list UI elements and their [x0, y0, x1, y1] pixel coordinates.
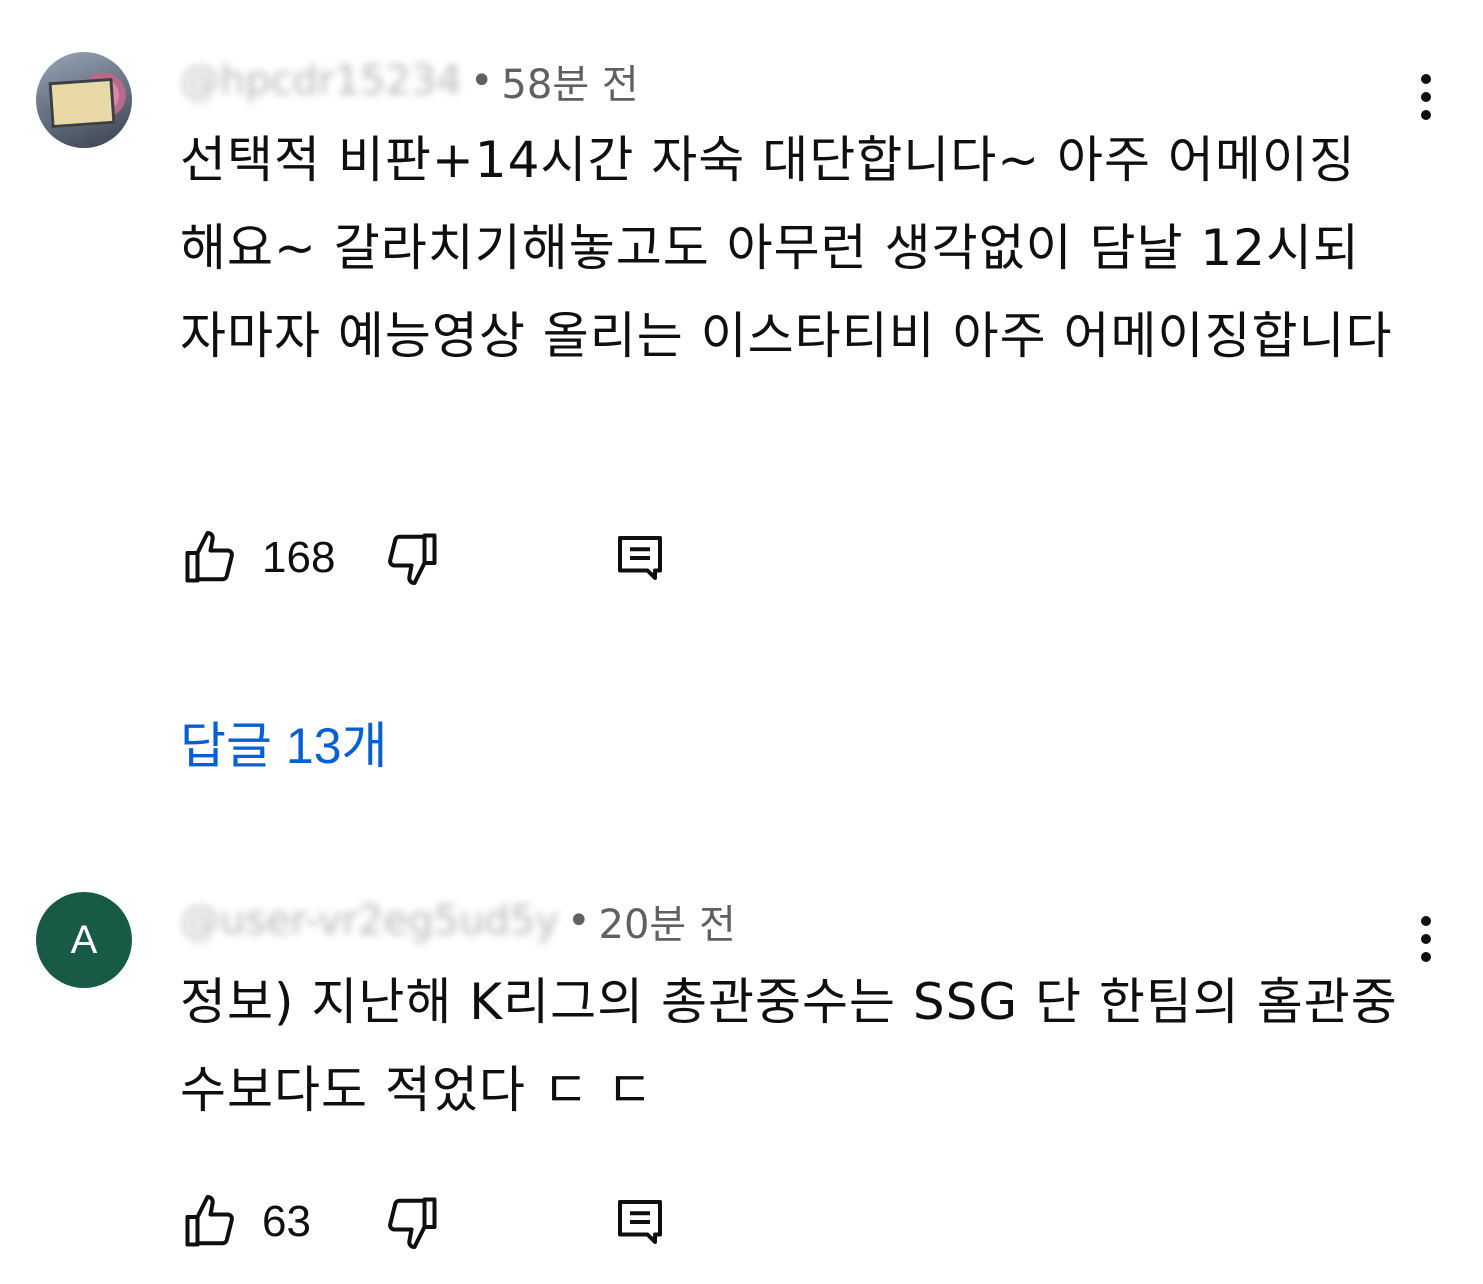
- author-handle[interactable]: @hpcdr15234: [180, 58, 462, 104]
- avatar[interactable]: A: [36, 892, 132, 988]
- comment-reply-icon[interactable]: [610, 1192, 670, 1252]
- thumbs-up-icon[interactable]: [180, 528, 240, 588]
- comment-text: 선택적 비판+14시간 자숙 대단합니다~ 아주 어메이징해요~ 갈라치기해놓고…: [180, 131, 1393, 365]
- comment-1: @hpcdr15234 • 58분 전 선택적 비판+14시간 자숙 대단합니다…: [0, 0, 1483, 800]
- separator-dot: •: [566, 898, 591, 944]
- comment-time: 20분 전: [598, 902, 736, 948]
- comment-text: 정보) 지난해 K리그의 총관중수는 SSG 단 한팀의 홈관중수보다도 적었다…: [180, 973, 1398, 1119]
- thumbs-down-icon[interactable]: [382, 1192, 442, 1252]
- author-handle[interactable]: @user-vr2eg5ud5y: [180, 898, 559, 944]
- thumbs-down-icon[interactable]: [382, 528, 442, 588]
- comment-actions: 63: [180, 1192, 662, 1252]
- comment-actions: 168: [180, 528, 662, 588]
- comment-reply-icon[interactable]: [610, 528, 670, 588]
- comment-2: A @user-vr2eg5ud5y • 20분 전 정보) 지난해 K리그의 …: [0, 840, 1483, 1284]
- more-vertical-icon[interactable]: [1421, 74, 1431, 120]
- like-count: 63: [262, 1197, 311, 1246]
- thumbs-up-icon[interactable]: [180, 1192, 240, 1252]
- comment-time: 58분 전: [501, 62, 639, 108]
- replies-button[interactable]: 답글 13개: [180, 706, 388, 778]
- like-count: 168: [262, 533, 336, 582]
- more-vertical-icon[interactable]: [1421, 916, 1431, 962]
- comment-meta: @user-vr2eg5ud5y • 20분 전: [180, 896, 736, 948]
- comment-meta: @hpcdr15234 • 58분 전: [180, 56, 639, 108]
- avatar[interactable]: [36, 52, 132, 148]
- separator-dot: •: [469, 58, 494, 104]
- avatar-letter: A: [70, 917, 98, 962]
